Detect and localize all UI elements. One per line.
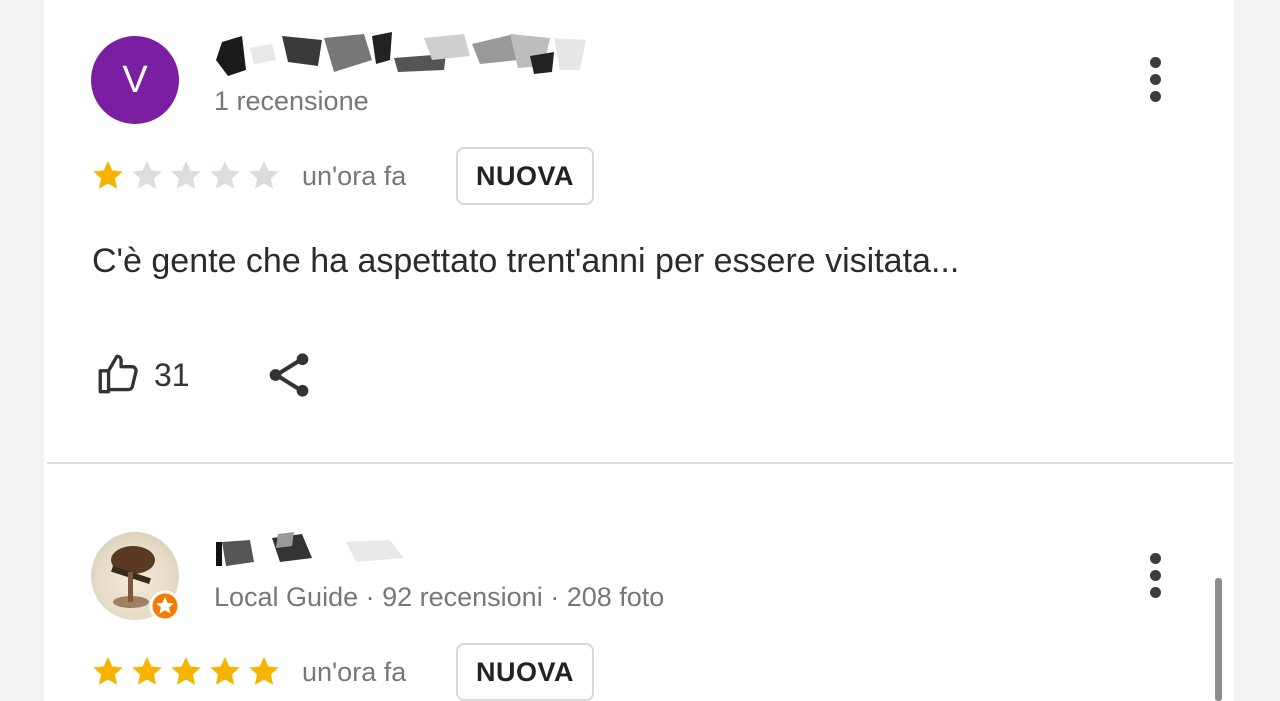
more-vert-icon: [1149, 57, 1161, 68]
star-icon: [132, 657, 162, 685]
review-divider: [47, 462, 1233, 464]
thumbs-up-icon: [98, 354, 138, 394]
avatar[interactable]: [91, 532, 181, 622]
like-button[interactable]: 31: [92, 350, 190, 400]
review-card: V 1 recensione un'ora fa NUOVA C'è gente…: [44, 0, 1234, 460]
review-time: un'ora fa: [302, 657, 407, 687]
more-options-button[interactable]: [1145, 553, 1165, 603]
star-icon: [171, 657, 201, 685]
review-actions: 31: [92, 348, 316, 402]
scrollbar[interactable]: [1215, 578, 1222, 701]
local-guide-badge-icon: [149, 590, 181, 622]
more-vert-icon: [1149, 553, 1161, 564]
review-time: un'ora fa: [302, 161, 407, 191]
star-icon: [171, 161, 201, 189]
star-rating: [89, 654, 283, 690]
review-text: C'è gente che ha aspettato trent'anni pe…: [92, 242, 960, 280]
star-icon: [93, 161, 123, 189]
star-icon: [132, 161, 162, 189]
star-icon: [93, 657, 123, 685]
star-rating: [89, 158, 283, 194]
new-badge: NUOVA: [456, 147, 595, 205]
reviewer-meta: Local Guide · 92 recensioni · 208 foto: [214, 582, 665, 612]
reviews-panel: V 1 recensione un'ora fa NUOVA C'è gente…: [44, 0, 1234, 701]
more-options-button[interactable]: [1145, 57, 1165, 107]
redacted-reviewer-name: [216, 532, 404, 566]
star-icon: [249, 657, 279, 685]
avatar[interactable]: V: [91, 36, 179, 124]
redacted-reviewer-name: [216, 32, 586, 76]
reviewer-meta: 1 recensione: [214, 86, 369, 116]
star-icon: [210, 161, 240, 189]
new-badge: NUOVA: [456, 643, 595, 701]
review-card: Local Guide · 92 recensioni · 208 foto u…: [44, 470, 1234, 701]
star-icon: [210, 657, 240, 685]
share-icon: [269, 353, 308, 397]
star-icon: [249, 161, 279, 189]
share-button[interactable]: [262, 348, 316, 402]
like-count: 31: [154, 356, 190, 393]
